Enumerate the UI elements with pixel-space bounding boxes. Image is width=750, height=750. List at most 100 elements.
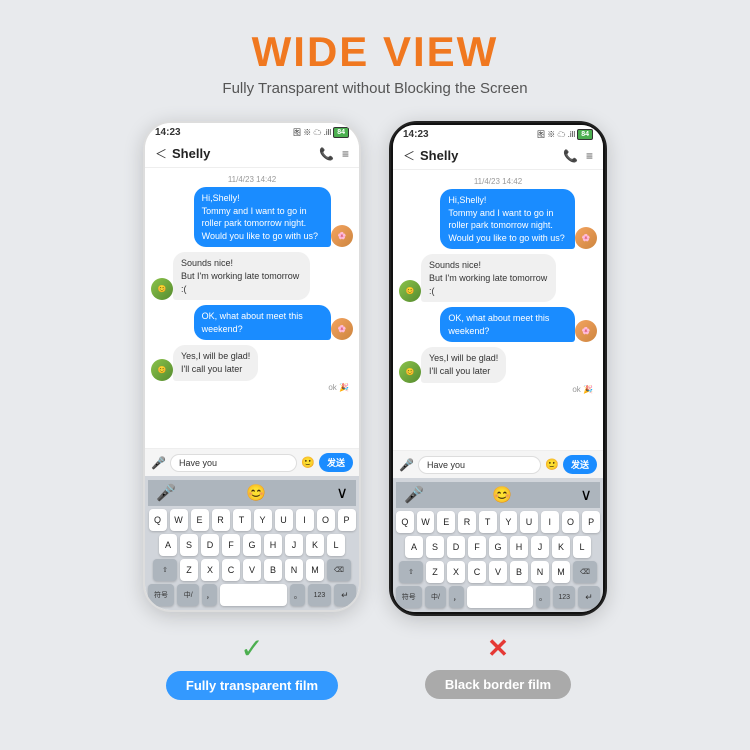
key-f[interactable]: F: [222, 534, 240, 556]
key-cn[interactable]: 中/: [177, 584, 199, 606]
key-rv[interactable]: V: [489, 561, 507, 583]
key-space[interactable]: [220, 584, 287, 606]
msg-row: OK, what about meet this weekend? 🌸: [399, 307, 597, 342]
key-r[interactable]: R: [212, 509, 230, 531]
key-y[interactable]: Y: [254, 509, 272, 531]
key-rdelete[interactable]: ⌫: [573, 561, 597, 583]
key-123[interactable]: 123: [308, 584, 330, 606]
key-w[interactable]: W: [170, 509, 188, 531]
send-btn-left[interactable]: 发送: [319, 453, 353, 472]
chat-header-icons-left: 📞 ≡: [319, 147, 349, 161]
emoji-icon-right: 🙂: [545, 458, 559, 471]
key-comma[interactable]: ，: [202, 584, 217, 606]
msg-row: 😊 Yes,I will be glad!I'll call you later: [151, 345, 353, 380]
key-shift[interactable]: ⇧: [153, 559, 177, 581]
bubble-sent: OK, what about meet this weekend?: [440, 307, 575, 342]
key-rp[interactable]: P: [582, 511, 600, 533]
key-rx[interactable]: X: [447, 561, 465, 583]
key-rh[interactable]: H: [510, 536, 528, 558]
key-rcomma[interactable]: ，: [449, 586, 464, 608]
label-right: ✕ Black border film: [389, 633, 607, 699]
key-rw[interactable]: W: [417, 511, 435, 533]
key-rm[interactable]: M: [552, 561, 570, 583]
kb-row-r3: ⇧ Z X C V B N M ⌫: [396, 561, 600, 583]
key-n[interactable]: N: [285, 559, 303, 581]
key-ro[interactable]: O: [562, 511, 580, 533]
key-s[interactable]: S: [180, 534, 198, 556]
key-q[interactable]: Q: [149, 509, 167, 531]
kb-toolbar-left: 🎤 😊 ∨: [148, 480, 356, 506]
key-c[interactable]: C: [222, 559, 240, 581]
key-g[interactable]: G: [243, 534, 261, 556]
key-rk[interactable]: K: [552, 536, 570, 558]
key-rsym[interactable]: 符号: [396, 586, 422, 608]
key-j[interactable]: J: [285, 534, 303, 556]
key-rf[interactable]: F: [468, 536, 486, 558]
send-btn-right[interactable]: 发送: [563, 455, 597, 474]
battery-right: 84: [577, 129, 593, 140]
avatar: 🌸: [331, 225, 353, 247]
phone-left-inner: 14:23 图 ※ ☁ .ill 84 ＜ Shelly 📞 ≡ 11: [145, 123, 359, 610]
input-box-left[interactable]: Have you: [170, 454, 297, 472]
key-ru[interactable]: U: [520, 511, 538, 533]
key-k[interactable]: K: [306, 534, 324, 556]
key-rz[interactable]: Z: [426, 561, 444, 583]
key-z[interactable]: Z: [180, 559, 198, 581]
key-a[interactable]: A: [159, 534, 177, 556]
key-r123[interactable]: 123: [553, 586, 575, 608]
key-rc[interactable]: C: [468, 561, 486, 583]
key-d[interactable]: D: [201, 534, 219, 556]
kb-row-1: Q W E R T Y U I O P: [148, 509, 356, 531]
key-x[interactable]: X: [201, 559, 219, 581]
avatar: 🌸: [575, 227, 597, 249]
key-renter[interactable]: ↵: [578, 586, 600, 608]
key-rperiod[interactable]: 。: [536, 586, 551, 608]
key-delete[interactable]: ⌫: [327, 559, 351, 581]
key-rshift[interactable]: ⇧: [399, 561, 423, 583]
msg-row: 😊 Sounds nice!But I'm working late tomor…: [151, 252, 353, 300]
key-ra[interactable]: A: [405, 536, 423, 558]
key-rd[interactable]: D: [447, 536, 465, 558]
phones-container: 14:23 图 ※ ☁ .ill 84 ＜ Shelly 📞 ≡ 11: [143, 121, 607, 616]
key-enter[interactable]: ↵: [334, 584, 356, 606]
key-i[interactable]: I: [296, 509, 314, 531]
key-rq[interactable]: Q: [396, 511, 414, 533]
key-e[interactable]: E: [191, 509, 209, 531]
kb-row-4: 符号 中/ ， 。 123 ↵: [148, 584, 356, 606]
chat-input-left: 🎤 Have you 🙂 发送: [145, 448, 359, 476]
key-rt[interactable]: T: [479, 511, 497, 533]
key-u[interactable]: U: [275, 509, 293, 531]
chat-body-left: 11/4/23 14:42 Hi,Shelly!Tommy and I want…: [145, 168, 359, 448]
key-rl[interactable]: L: [573, 536, 591, 558]
menu-icon-left: ≡: [342, 147, 349, 161]
key-rcn[interactable]: 中/: [425, 586, 447, 608]
key-h[interactable]: H: [264, 534, 282, 556]
input-box-right[interactable]: Have you: [418, 456, 541, 474]
key-ry[interactable]: Y: [500, 511, 518, 533]
key-rn[interactable]: N: [531, 561, 549, 583]
key-t[interactable]: T: [233, 509, 251, 531]
mic-icon-left: 🎤: [151, 456, 166, 470]
key-rg[interactable]: G: [489, 536, 507, 558]
key-m[interactable]: M: [306, 559, 324, 581]
key-rj[interactable]: J: [531, 536, 549, 558]
key-ri[interactable]: I: [541, 511, 559, 533]
key-p[interactable]: P: [338, 509, 356, 531]
key-rspace[interactable]: [467, 586, 533, 608]
key-rr[interactable]: R: [458, 511, 476, 533]
key-v[interactable]: V: [243, 559, 261, 581]
key-rb[interactable]: B: [510, 561, 528, 583]
labels-container: ✓ Fully transparent film ✕ Black border …: [143, 632, 607, 700]
key-period[interactable]: 。: [290, 584, 305, 606]
key-re[interactable]: E: [437, 511, 455, 533]
bubble-received: Sounds nice!But I'm working late tomorro…: [173, 252, 310, 300]
emoji-icon-left: 🙂: [301, 456, 315, 469]
key-sym[interactable]: 符号: [148, 584, 174, 606]
kb-icon-r2: 😊: [492, 485, 512, 505]
key-b[interactable]: B: [264, 559, 282, 581]
key-l[interactable]: L: [327, 534, 345, 556]
mic-icon-right: 🎤: [399, 458, 414, 472]
key-o[interactable]: O: [317, 509, 335, 531]
cross-icon: ✕: [487, 633, 509, 664]
key-rs[interactable]: S: [426, 536, 444, 558]
